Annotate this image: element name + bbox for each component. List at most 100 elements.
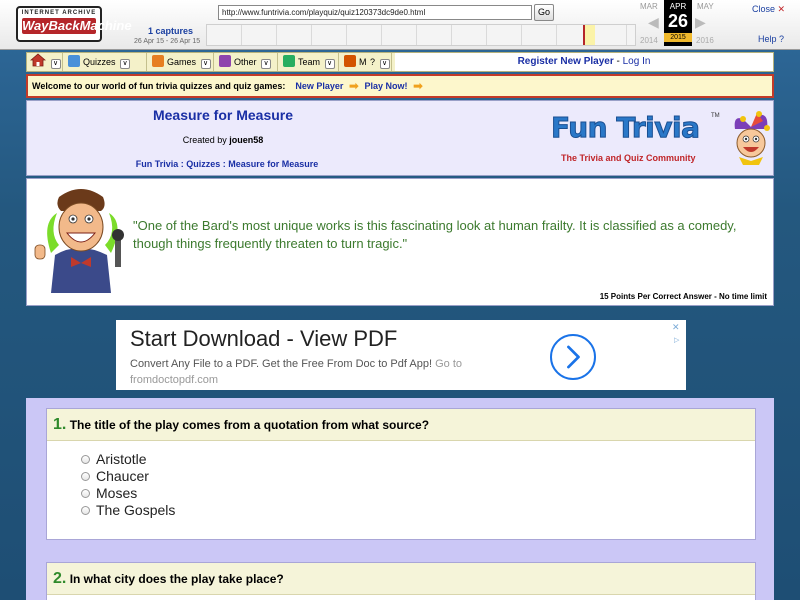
wayback-next-arrow-icon[interactable]: ▶ — [695, 14, 706, 31]
quizzes-icon — [68, 55, 80, 67]
question-text: In what city does the play take place? — [69, 572, 284, 586]
wayback-prev-year[interactable]: 2014 — [640, 36, 658, 45]
wayback-cur-day: 26 — [667, 11, 689, 31]
radio-button[interactable] — [81, 455, 90, 464]
wayback-cur-year: 2015 — [664, 33, 692, 42]
answer-label: Aristotle — [96, 451, 147, 467]
advertisement[interactable]: Start Download - View PDF Convert Any Fi… — [116, 320, 686, 390]
chevron-down-icon[interactable]: ∨ — [50, 59, 61, 69]
wayback-next-year[interactable]: 2016 — [696, 36, 714, 45]
question-text: The title of the play comes from a quota… — [69, 418, 430, 432]
brand-name: Fun Trivia — [551, 111, 701, 145]
wayback-close-button[interactable]: Close ✕ — [752, 4, 785, 15]
close-icon: ✕ — [777, 4, 786, 14]
wayback-next-month[interactable]: MAY — [697, 2, 714, 11]
play-now-link[interactable]: Play Now! — [365, 81, 408, 91]
quiz-description: "One of the Bard's most unique works is … — [133, 218, 737, 251]
nav-other-label: Other — [234, 57, 257, 67]
question-number: 2. — [53, 570, 67, 587]
welcome-text: Welcome to our world of fun trivia quizz… — [32, 81, 286, 91]
wayback-go-button[interactable]: Go — [534, 4, 554, 21]
question-number: 1. — [53, 416, 67, 433]
wayback-prev-month[interactable]: MAR — [640, 2, 658, 11]
questions-area: 1. The title of the play comes from a qu… — [26, 398, 774, 600]
home-icon — [29, 53, 47, 67]
nav-other[interactable]: Other ∨ — [215, 53, 278, 71]
wayback-capture-range: 26 Apr 15 - 26 Apr 15 — [134, 38, 201, 45]
author-link[interactable]: jouen58 — [229, 135, 263, 145]
brand-tagline: The Trivia and Quiz Community — [561, 153, 696, 163]
nav-help-label: ? — [370, 57, 376, 67]
welcome-bar: Welcome to our world of fun trivia quizz… — [26, 74, 774, 98]
site-nav: ∨ Quizzes ∨ Games ∨ Other ∨ Team ∨ Me ∨ … — [26, 52, 774, 72]
nav-games-label: Games — [167, 57, 197, 67]
wayback-help-label: Help — [758, 34, 777, 44]
chevron-down-icon[interactable]: ∨ — [261, 59, 272, 69]
question-header: 2. In what city does the play take place… — [47, 563, 755, 595]
page-title: Measure for Measure — [152, 107, 294, 123]
answer-option[interactable]: Chaucer — [81, 468, 755, 485]
wayback-toolbar: INTERNET ARCHIVE WayBackMachine http://w… — [0, 0, 800, 50]
ad-body: Convert Any File to a PDF. Get the Free … — [130, 356, 530, 388]
home-button[interactable]: ∨ — [27, 53, 63, 71]
register-link[interactable]: Register New Player — [518, 56, 614, 67]
answer-label: The Gospels — [96, 502, 176, 518]
answer-option[interactable]: Moses — [81, 485, 755, 502]
radio-button[interactable] — [81, 472, 90, 481]
wayback-captures-link[interactable]: 1 captures — [148, 26, 193, 36]
question-card: 1. The title of the play comes from a qu… — [46, 408, 756, 540]
quiz-description-card: "One of the Bard's most unique works is … — [26, 178, 774, 306]
nav-quizzes-label: Quizzes — [83, 57, 116, 67]
nav-help[interactable]: ? ∨ — [366, 53, 392, 71]
answer-option[interactable]: The Gospels — [81, 502, 755, 519]
ad-body-text: Convert Any File to a PDF. Get the Free … — [130, 358, 433, 370]
quiz-header: Measure for Measure Created by jouen58 F… — [26, 100, 774, 176]
nav-team[interactable]: Team ∨ — [279, 53, 339, 71]
answer-option[interactable]: Aristotle — [81, 451, 755, 468]
answer-label: Chaucer — [96, 468, 149, 484]
wayback-cur-month: APR — [669, 2, 687, 11]
new-player-link[interactable]: New Player — [295, 81, 343, 91]
radio-button[interactable] — [81, 506, 90, 515]
ad-title[interactable]: Start Download - View PDF — [130, 326, 397, 352]
created-by-prefix: Created by — [182, 135, 227, 145]
ad-close-icon[interactable]: ✕ — [672, 322, 680, 333]
nav-games[interactable]: Games ∨ — [148, 53, 214, 71]
team-icon — [283, 55, 295, 67]
sparkline-highlight — [585, 25, 595, 45]
answer-label: Moses — [96, 485, 138, 501]
breadcrumb-funtrivia[interactable]: Fun Trivia — [136, 159, 179, 169]
chevron-down-icon[interactable]: ∨ — [120, 59, 131, 69]
wayback-close-label: Close — [752, 4, 776, 14]
wayback-url-input[interactable]: http://www.funtrivia.com/playquiz/quiz12… — [218, 5, 532, 20]
wayback-logo-main: WayBackMachine — [22, 18, 132, 34]
question-header: 1. The title of the play comes from a qu… — [47, 409, 755, 441]
other-icon — [219, 55, 231, 67]
host-cartoon-icon — [34, 189, 124, 293]
sparkline-capture-mark — [583, 25, 585, 45]
login-link[interactable]: Log In — [623, 56, 651, 67]
radio-button[interactable] — [81, 489, 90, 498]
chevron-down-icon[interactable]: ∨ — [324, 59, 335, 69]
wayback-prev-arrow-icon[interactable]: ◀ — [648, 14, 659, 31]
adchoices-icon[interactable]: ▷ — [674, 336, 679, 344]
nav-team-label: Team — [298, 57, 321, 67]
jester-mascot-icon — [734, 111, 770, 165]
wayback-logo[interactable]: INTERNET ARCHIVE WayBackMachine — [16, 6, 132, 42]
nav-quizzes[interactable]: Quizzes ∨ — [64, 53, 147, 71]
arrow-right-icon: ➡ — [413, 79, 424, 93]
funtrivia-logo[interactable]: Fun Trivia TM The Trivia and Quiz Commun… — [547, 111, 770, 171]
chevron-right-icon[interactable] — [550, 334, 596, 380]
wayback-logo-top: INTERNET ARCHIVE — [21, 10, 97, 16]
chevron-down-icon[interactable]: ∨ — [200, 59, 211, 69]
wayback-help-link[interactable]: Help ? — [758, 34, 784, 44]
breadcrumb-quizzes[interactable]: Quizzes — [186, 159, 220, 169]
breadcrumb-current[interactable]: Measure for Measure — [228, 159, 318, 169]
breadcrumb: Fun Trivia : Quizzes : Measure for Measu… — [87, 159, 367, 169]
points-info: 15 Points Per Correct Answer - No time l… — [599, 292, 767, 301]
wayback-sparkline[interactable] — [206, 24, 636, 46]
me-icon — [344, 55, 356, 67]
chevron-down-icon[interactable]: ∨ — [379, 59, 390, 69]
register-login-bar: Register New Player - Log In — [395, 53, 773, 71]
wayback-calendar-current: APR 26 2015 — [664, 0, 692, 46]
